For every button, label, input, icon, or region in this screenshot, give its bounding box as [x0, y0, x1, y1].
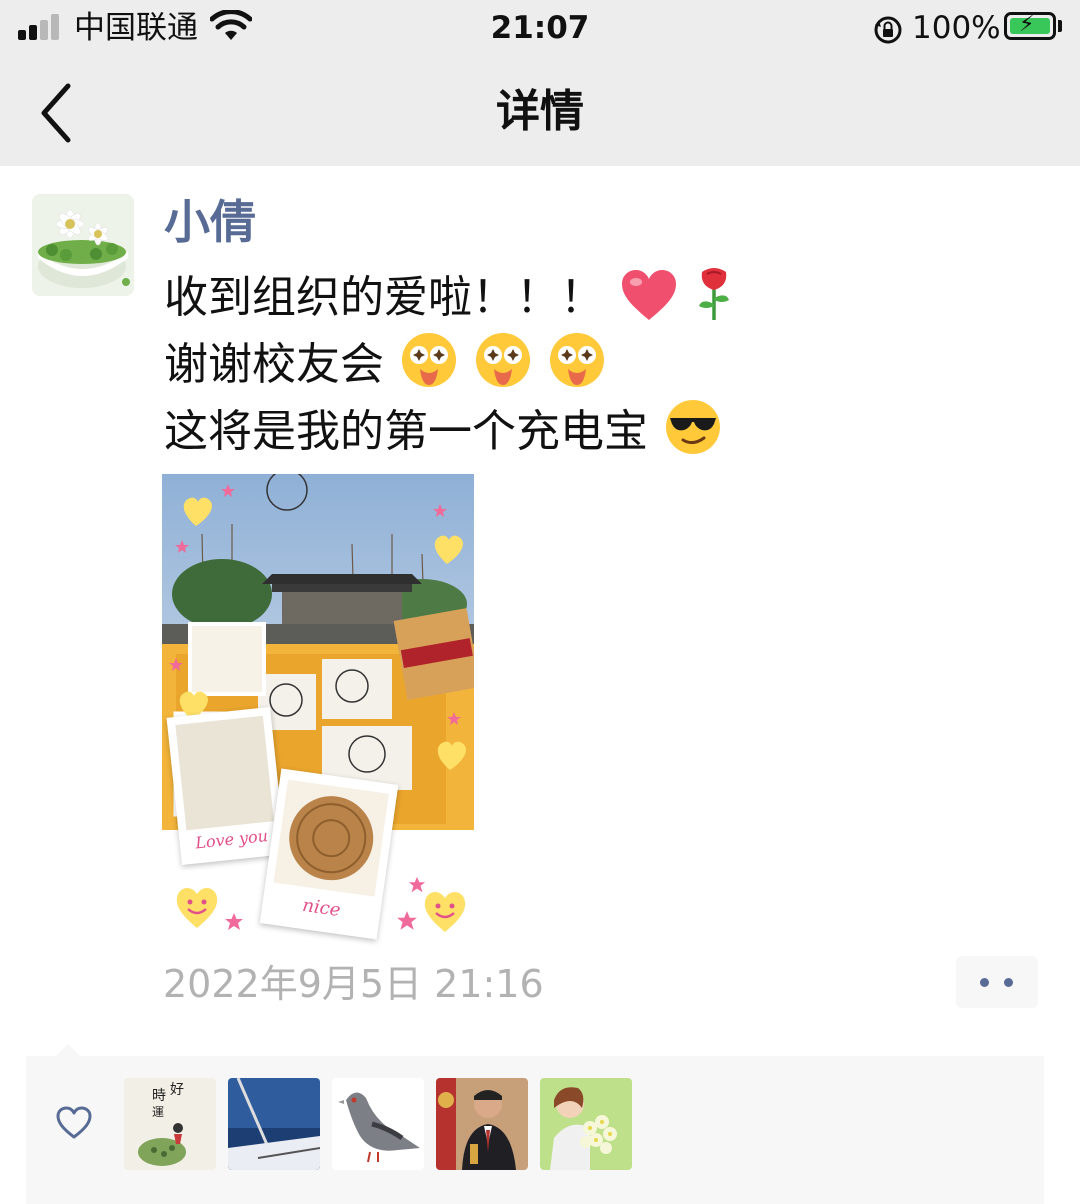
- red-heart-emoji-icon: [622, 270, 676, 320]
- rotation-lock-icon: [874, 16, 902, 44]
- post-text: 收到组织的爱啦！！！ 谢谢校友会 这将是我的第一个充电宝: [164, 264, 734, 465]
- liker-avatar[interactable]: [540, 1078, 632, 1170]
- heart-outline-icon: [56, 1106, 92, 1139]
- ink-painting-avatar-image: 時 好 運: [124, 1078, 216, 1170]
- author-avatar[interactable]: [32, 194, 134, 296]
- daisy-bowl-avatar-image: [32, 194, 134, 296]
- post-line-text: 收到组织的爱啦！！！: [164, 272, 604, 323]
- svg-text:時: 時: [152, 1088, 166, 1104]
- battery-charging-icon: ⚡: [1004, 12, 1056, 40]
- page-title: 详情: [496, 86, 584, 137]
- post-timestamp: 2022年9月5日 21:16: [163, 962, 544, 1006]
- nice-polaroid-sticker: nice: [259, 768, 399, 940]
- dot-icon: [1004, 978, 1013, 987]
- post-line-text: 这将是我的第一个充电宝: [164, 406, 648, 457]
- battery-percent: 100%: [912, 10, 1001, 46]
- dot-icon: [980, 978, 989, 987]
- heart-smiley-sticker-icon: [176, 888, 218, 928]
- rose-emoji-icon: [699, 268, 729, 320]
- liker-avatar[interactable]: 時 好 運: [124, 1078, 216, 1170]
- portrait-avatar-image: [436, 1078, 528, 1170]
- liker-avatar[interactable]: [228, 1078, 320, 1170]
- star-sticker-icon: [225, 913, 243, 930]
- love-you-polaroid-sticker: Love you: [166, 706, 286, 866]
- status-bar: 中国联通 21:07 100% ⚡: [0, 0, 1080, 60]
- likes-panel: 時 好 運: [26, 1056, 1044, 1204]
- nav-bar: 详情: [0, 60, 1080, 166]
- starry-eyed-tongue-emoji-icon: [476, 333, 530, 387]
- star-sticker-icon: [397, 911, 417, 930]
- star-sticker-icon: [408, 876, 426, 893]
- post-line: 这将是我的第一个充电宝: [164, 398, 734, 465]
- post-line: 收到组织的爱啦！！！: [164, 264, 734, 331]
- heart-smiley-sticker-icon: [424, 892, 466, 932]
- liker-avatar[interactable]: [436, 1078, 528, 1170]
- sailboat-avatar-image: [228, 1078, 320, 1170]
- post-line: 谢谢校友会: [164, 331, 734, 398]
- starry-eyed-tongue-emoji-icon: [402, 333, 456, 387]
- svg-text:運: 運: [152, 1105, 164, 1119]
- post-line-text: 谢谢校友会: [164, 339, 384, 390]
- author-name[interactable]: 小倩: [164, 190, 256, 254]
- girl-with-flowers-avatar-image: [540, 1078, 632, 1170]
- more-actions-button[interactable]: [956, 956, 1038, 1008]
- svg-text:好: 好: [170, 1082, 184, 1098]
- starry-eyed-tongue-emoji-icon: [550, 333, 604, 387]
- sunglasses-face-emoji-icon: [666, 400, 720, 454]
- mooncake-image: [273, 779, 389, 897]
- likes-panel-pointer: [56, 1044, 80, 1056]
- liker-avatar[interactable]: [332, 1078, 424, 1170]
- pigeon-avatar-image: [332, 1078, 424, 1170]
- battery-cap: [1058, 20, 1062, 32]
